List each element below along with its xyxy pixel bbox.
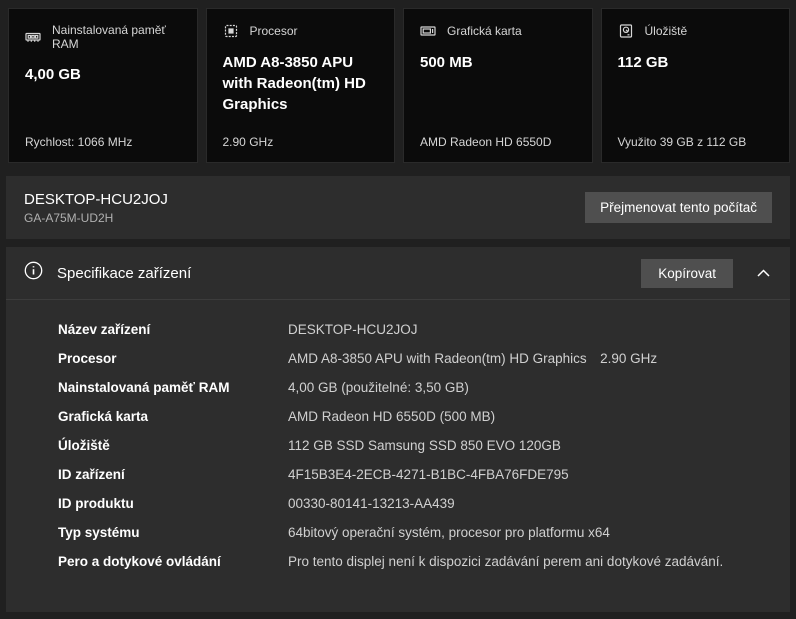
spec-card-value: AMD A8-3850 APU with Radeon(tm) HD Graph…: [222, 54, 366, 113]
spec-row-label: ID zařízení: [58, 467, 125, 482]
spec-card-gpu: Grafická karta 500 MB AMD Radeon HD 6550…: [403, 8, 593, 163]
spec-card-footer: Využito 39 GB z 112 GB: [617, 135, 747, 149]
chevron-up-icon[interactable]: [757, 269, 770, 277]
spec-row-value: 00330-80141-13213-AA439: [288, 496, 455, 511]
spec-row-label: Úložiště: [58, 438, 110, 453]
spec-card-header: Grafická karta: [420, 23, 576, 39]
spec-row-label: Nainstalovaná paměť RAM: [58, 380, 230, 395]
spec-row-label: Procesor: [58, 351, 117, 366]
rename-pc-button[interactable]: Přejmenovat tento počítač: [585, 192, 772, 223]
cpu-icon: [223, 23, 239, 39]
spec-card-cpu: Procesor AMD A8-3850 APU with Radeon(tm)…: [205, 8, 395, 163]
spec-row-pen-touch: Pero a dotykové ovládání Pro tento displ…: [58, 553, 790, 571]
spec-row-label: Název zařízení: [58, 322, 151, 337]
device-name-band: DESKTOP-HCU2JOJ GA-A75M-UD2H Přejmenovat…: [6, 176, 790, 239]
spec-card-ram: Nainstalovaná paměť RAM 4,00 GB Rychlost…: [8, 8, 198, 163]
spec-row-device-name: Název zařízení DESKTOP-HCU2JOJ: [58, 321, 790, 339]
section-title: Specifikace zařízení: [57, 264, 192, 282]
spec-row-installed-ram: Nainstalovaná paměť RAM 4,00 GB (použite…: [58, 379, 790, 397]
spec-card-value: 112 GB: [617, 54, 669, 71]
spec-card-storage: Úložiště 112 GB Využito 39 GB z 112 GB: [600, 8, 790, 163]
spec-details-list: Název zařízení DESKTOP-HCU2JOJ Procesor …: [6, 300, 790, 571]
spec-row-label: Typ systému: [58, 525, 140, 540]
spec-row-value: 64bitový operační systém, procesor pro p…: [288, 525, 610, 540]
spec-row-value: 4F15B3E4-2ECB-4271-B1BC-4FBA76FDE795: [288, 467, 569, 482]
spec-row-value: 4,00 GB (použitelné: 3,50 GB): [288, 380, 469, 395]
spec-row-system-type: Typ systému 64bitový operační systém, pr…: [58, 524, 790, 542]
settings-about-page: Nainstalovaná paměť RAM 4,00 GB Rychlost…: [0, 0, 796, 619]
spec-card-header: Nainstalovaná paměť RAM: [25, 23, 181, 51]
spec-card-footer: 2.90 GHz: [222, 135, 274, 149]
storage-icon: [618, 23, 634, 39]
spec-row-storage: Úložiště 112 GB SSD Samsung SSD 850 EVO …: [58, 437, 790, 455]
spec-row-label: Pero a dotykové ovládání: [58, 554, 221, 569]
spec-card-header: Procesor: [223, 23, 379, 39]
ram-icon: [25, 29, 41, 45]
spec-row-label: Grafická karta: [58, 409, 149, 424]
spec-card-value: 500 MB: [420, 54, 473, 71]
spec-row-label: ID produktu: [58, 496, 134, 511]
device-name: DESKTOP-HCU2JOJ: [24, 190, 168, 208]
device-specifications-panel: Specifikace zařízení Kopírovat Název zař…: [6, 247, 790, 612]
spec-row-value: AMD A8-3850 APU with Radeon(tm) HD Graph…: [288, 351, 658, 366]
spec-row-processor: Procesor AMD A8-3850 APU with Radeon(tm)…: [58, 350, 790, 368]
spec-card-header: Úložiště: [618, 23, 774, 39]
spec-row-value: AMD Radeon HD 6550D (500 MB): [288, 409, 496, 424]
device-model: GA-A75M-UD2H: [24, 210, 114, 225]
spec-card-value: 4,00 GB: [25, 66, 81, 83]
copy-button[interactable]: Kopírovat: [641, 258, 733, 288]
spec-card-footer: AMD Radeon HD 6550D: [420, 135, 552, 149]
gpu-icon: [420, 23, 436, 39]
spec-row-value: Pro tento displej není k dispozici zadáv…: [288, 554, 724, 569]
spec-row-device-id: ID zařízení 4F15B3E4-2ECB-4271-B1BC-4FBA…: [58, 466, 790, 484]
spec-row-value: 112 GB SSD Samsung SSD 850 EVO 120GB: [288, 438, 561, 453]
info-icon: [24, 261, 43, 285]
device-specifications-header[interactable]: Specifikace zařízení Kopírovat: [6, 247, 790, 299]
spec-card-title: Úložiště: [644, 24, 688, 38]
spec-row-product-id: ID produktu 00330-80141-13213-AA439: [58, 495, 790, 513]
hardware-cards-row: Nainstalovaná paměť RAM 4,00 GB Rychlost…: [0, 0, 796, 163]
device-identity: DESKTOP-HCU2JOJ GA-A75M-UD2H: [24, 191, 168, 225]
spec-row-graphics-card: Grafická karta AMD Radeon HD 6550D (500 …: [58, 408, 790, 426]
spec-card-title: Nainstalovaná paměť RAM: [52, 23, 166, 51]
spec-card-footer: Rychlost: 1066 MHz: [25, 135, 133, 149]
spec-card-title: Procesor: [249, 24, 298, 38]
spec-row-value: DESKTOP-HCU2JOJ: [288, 322, 418, 337]
spec-card-title: Grafická karta: [447, 24, 522, 38]
